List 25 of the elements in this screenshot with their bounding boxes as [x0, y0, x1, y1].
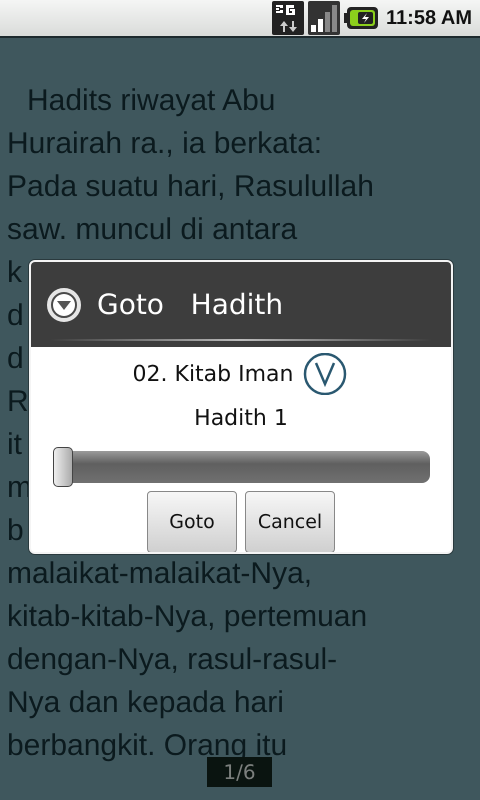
dialog-button[interactable]: Goto	[147, 491, 237, 552]
text-line: malaikat-malaikat-Nya,	[7, 556, 312, 592]
text-line: d	[7, 298, 24, 334]
text-line: Nya dan kepada hari	[7, 685, 284, 721]
slider-thumb[interactable]	[52, 447, 72, 487]
text-line: R	[7, 384, 29, 420]
text-line: d	[7, 341, 24, 377]
text-line: Pada suatu hari, Rasulullah	[7, 169, 374, 205]
page-indicator: 1/6	[207, 757, 272, 787]
text-line: saw. muncul di antara	[7, 212, 298, 248]
text-line: dengan-Nya, rasul-rasul-	[7, 642, 338, 678]
battery-charging-icon	[344, 7, 378, 29]
text-line: it	[7, 427, 22, 463]
hadith-label: Hadith 1	[194, 405, 288, 433]
clock-time: 11:58 AM	[386, 6, 472, 30]
text-line: b	[7, 513, 24, 549]
text-line: kitab-kitab-Nya, pertemuan	[7, 599, 368, 635]
signal-icon	[308, 1, 340, 35]
text-line: Hurairah ra., ia berkata:	[7, 126, 322, 162]
text-line: k	[7, 255, 22, 291]
dialog-title: Goto Hadith	[97, 286, 284, 322]
text-line: Hadits riwayat Abu	[26, 83, 276, 119]
kitab-label: 02. Kitab Iman	[132, 360, 294, 388]
dialog-button[interactable]: Cancel	[245, 491, 335, 552]
dropdown-circle-icon	[47, 288, 81, 322]
